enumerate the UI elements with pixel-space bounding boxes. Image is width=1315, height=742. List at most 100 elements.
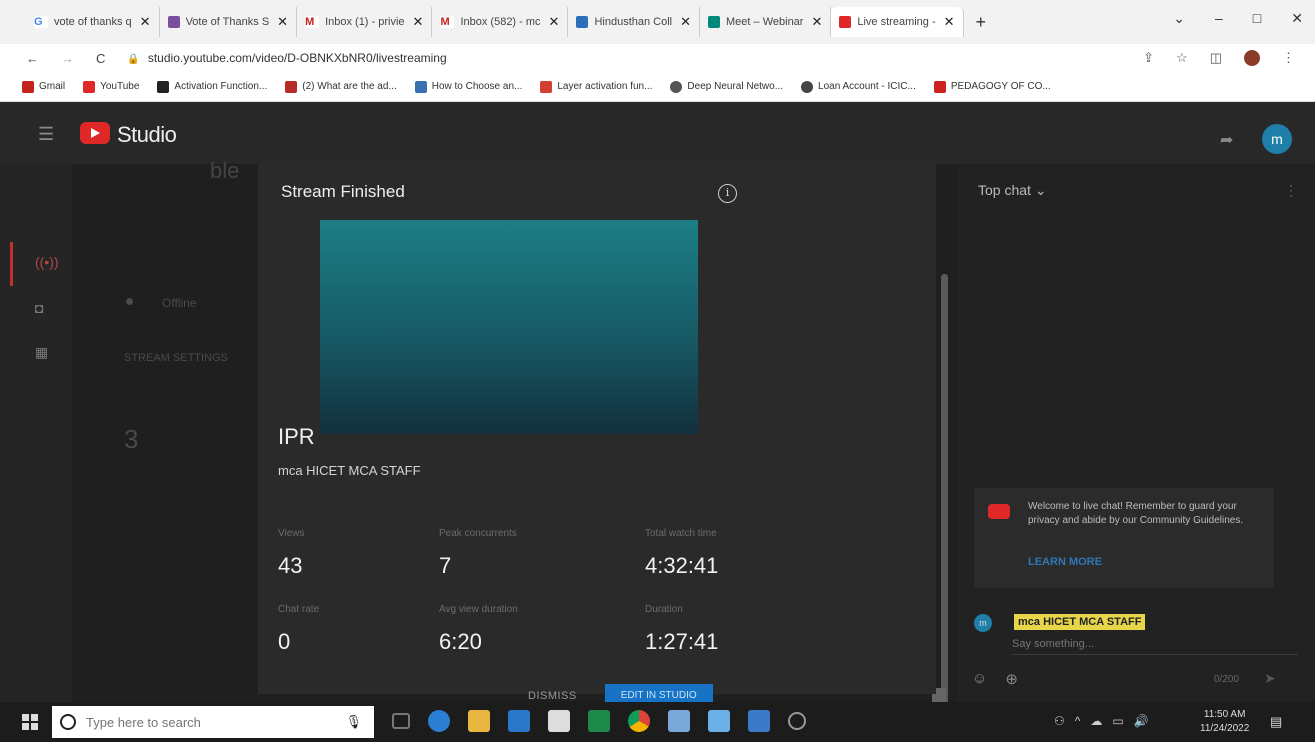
people-icon[interactable]: ⚇ bbox=[1054, 714, 1065, 728]
menu-icon[interactable]: ⋮ bbox=[1282, 50, 1295, 66]
status-text: Offline bbox=[162, 296, 197, 310]
tab-vote-of-thanks-doc[interactable]: Vote of Thanks S ✕ bbox=[160, 7, 298, 37]
webcam-icon[interactable]: ◘ bbox=[35, 300, 43, 316]
close-window-button[interactable]: ✕ bbox=[1291, 10, 1303, 27]
close-tab-icon[interactable]: ✕ bbox=[680, 14, 691, 30]
cortana-icon bbox=[60, 714, 76, 730]
forward-icon[interactable]: → bbox=[61, 51, 74, 66]
bookmark-star-icon[interactable]: ☆ bbox=[1176, 50, 1188, 66]
chat-message-input[interactable] bbox=[1012, 638, 1298, 655]
scrollbar[interactable] bbox=[941, 274, 948, 742]
taskbar-search[interactable]: 🎙 bbox=[52, 706, 374, 738]
dialog-title: Stream Finished bbox=[281, 182, 405, 201]
volume-icon[interactable]: 🔊 bbox=[1134, 714, 1149, 728]
bookmark-gmail[interactable]: Gmail bbox=[22, 80, 65, 93]
system-clock[interactable]: 11:50 AM 11/24/2022 bbox=[1200, 708, 1249, 736]
bookmark-quora[interactable]: (2) What are the ad... bbox=[285, 80, 397, 93]
learn-more-link[interactable]: LEARN MORE bbox=[1028, 556, 1102, 568]
microphone-icon[interactable]: 🎙 bbox=[345, 714, 362, 730]
tab-vote-of-thanks-search[interactable]: G vote of thanks q ✕ bbox=[26, 7, 160, 37]
bookmark-youtube[interactable]: YouTube bbox=[83, 80, 139, 93]
bookmark-activation-function[interactable]: Activation Function... bbox=[157, 80, 267, 93]
stat-chat-rate: Chat rate 0 bbox=[278, 604, 320, 654]
url-field[interactable]: 🔒 studio.youtube.com/video/D-OBNKXbNR0/li… bbox=[127, 51, 446, 65]
share-icon[interactable]: ➦ bbox=[1220, 130, 1233, 150]
studio-logo-label[interactable]: Studio bbox=[117, 122, 177, 148]
profile-icon[interactable] bbox=[1244, 50, 1260, 66]
back-icon[interactable]: ← bbox=[26, 51, 39, 66]
video-title: IPR bbox=[278, 424, 315, 449]
manage-icon[interactable]: ▦ bbox=[35, 344, 48, 361]
3d-viewer-icon[interactable] bbox=[708, 710, 730, 732]
share-page-icon[interactable]: ⇪ bbox=[1143, 50, 1154, 66]
store-icon[interactable] bbox=[548, 710, 570, 732]
app-icon[interactable] bbox=[668, 710, 690, 732]
maximize-button[interactable]: □ bbox=[1253, 10, 1261, 27]
minimize-button[interactable]: – bbox=[1215, 10, 1223, 27]
emoji-icon[interactable]: ☺ bbox=[972, 670, 987, 688]
windows-start-icon[interactable] bbox=[22, 714, 38, 730]
app-icon[interactable] bbox=[788, 712, 806, 730]
taskbar-search-input[interactable] bbox=[86, 714, 306, 730]
stat-total-watch-time: Total watch time 4:32:41 bbox=[645, 528, 719, 578]
notification-icon[interactable]: ▤ bbox=[1270, 714, 1282, 730]
bookmarks-bar: Gmail YouTube Activation Function... (2)… bbox=[0, 72, 1315, 102]
more-options-icon[interactable]: ⋮ bbox=[1284, 182, 1298, 199]
taskbar-apps bbox=[392, 710, 806, 732]
bookmark-pedagogy[interactable]: PEDAGOGY OF CO... bbox=[933, 80, 1051, 93]
background-title: ble bbox=[210, 158, 240, 183]
account-avatar[interactable]: m bbox=[1262, 124, 1292, 154]
info-icon[interactable]: i bbox=[718, 184, 737, 203]
new-tab-button[interactable]: + bbox=[976, 12, 987, 33]
top-chat-dropdown[interactable]: Top chat ⌄ bbox=[978, 182, 1047, 199]
tab-search-icon[interactable]: ⌄ bbox=[1173, 10, 1185, 27]
google-icon: G bbox=[34, 16, 48, 28]
reload-icon[interactable]: C bbox=[96, 51, 105, 66]
app-icon[interactable] bbox=[748, 710, 770, 732]
stat-peak-concurrents: Peak concurrents 7 bbox=[439, 528, 517, 578]
youtube-icon bbox=[988, 504, 1010, 519]
stream-finished-dialog: Stream Finished i IPR mca HICET MCA STAF… bbox=[258, 162, 936, 707]
youtube-studio-icon bbox=[839, 16, 852, 28]
close-tab-icon[interactable]: ✕ bbox=[413, 14, 424, 30]
chat-input-actions: ☺ ⊕ bbox=[972, 670, 1018, 688]
send-icon[interactable]: ➤ bbox=[1264, 670, 1276, 687]
mail-icon[interactable] bbox=[508, 710, 530, 732]
hamburger-menu-icon[interactable]: ☰ bbox=[38, 124, 54, 145]
close-tab-icon[interactable]: ✕ bbox=[140, 14, 151, 30]
tab-hindusthan[interactable]: Hindusthan Coll ✕ bbox=[568, 7, 701, 37]
bookmark-how-to-choose[interactable]: How to Choose an... bbox=[414, 80, 522, 93]
video-thumbnail bbox=[320, 220, 698, 434]
close-tab-icon[interactable]: ✕ bbox=[549, 14, 560, 30]
chrome-icon[interactable] bbox=[628, 710, 650, 732]
chevron-up-icon[interactable]: ^ bbox=[1075, 714, 1081, 728]
gmail-icon: M bbox=[305, 16, 320, 28]
onedrive-icon[interactable]: ☁ bbox=[1090, 714, 1102, 728]
super-chat-icon[interactable]: ⊕ bbox=[1005, 670, 1018, 688]
network-icon[interactable]: ▭ bbox=[1112, 714, 1123, 728]
file-explorer-icon[interactable] bbox=[468, 710, 490, 732]
close-tab-icon[interactable]: ✕ bbox=[811, 14, 822, 30]
site-icon bbox=[414, 80, 427, 93]
tab-inbox-privie[interactable]: M Inbox (1) - privie ✕ bbox=[297, 7, 433, 37]
stream-icon[interactable]: ((•)) bbox=[35, 254, 59, 270]
stat-avg-view-duration: Avg view duration 6:20 bbox=[439, 604, 518, 654]
bookmark-layer-activation[interactable]: Layer activation fun... bbox=[540, 80, 652, 93]
spreadsheet-icon[interactable] bbox=[588, 710, 610, 732]
chevron-down-icon: ⌄ bbox=[1034, 182, 1047, 198]
close-tab-icon[interactable]: ✕ bbox=[944, 14, 955, 30]
edge-icon[interactable] bbox=[428, 710, 450, 732]
bookmark-deep-neural[interactable]: Deep Neural Netwo... bbox=[670, 80, 783, 93]
close-tab-icon[interactable]: ✕ bbox=[277, 14, 288, 30]
task-view-icon[interactable] bbox=[392, 713, 410, 729]
tab-inbox-mc[interactable]: M Inbox (582) - mc ✕ bbox=[432, 7, 569, 37]
side-panel-icon[interactable]: ◫ bbox=[1210, 50, 1222, 66]
tab-meet[interactable]: Meet – Webinar ✕ bbox=[700, 7, 832, 37]
site-icon bbox=[576, 16, 589, 28]
tab-live-streaming[interactable]: Live streaming - ✕ bbox=[831, 7, 964, 37]
youtube-logo-icon[interactable] bbox=[80, 122, 110, 144]
chat-avatar: m bbox=[974, 614, 992, 632]
bookmark-loan-account[interactable]: Loan Account - ICIC... bbox=[801, 80, 916, 93]
dismiss-button[interactable]: DISMISS bbox=[528, 690, 577, 702]
studio-sidebar: ((•)) ◘ ▦ ⚑ bbox=[0, 164, 72, 735]
